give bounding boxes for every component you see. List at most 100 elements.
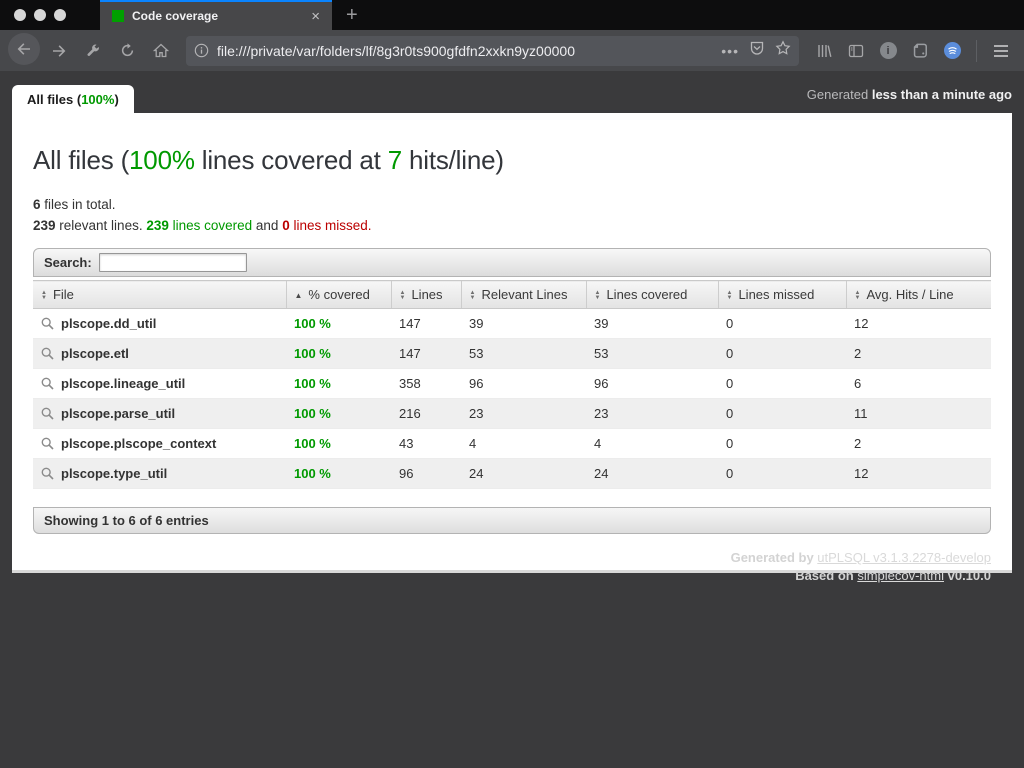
lines-covered-cell: 23 <box>586 399 718 429</box>
page-actions-ellipsis-icon[interactable]: ••• <box>721 43 739 59</box>
page-header: All files (100%) Generated less than a m… <box>0 71 1024 113</box>
avg-hits-cell: 2 <box>846 429 991 459</box>
browser-tab-code-coverage[interactable]: Code coverage × <box>100 0 332 30</box>
browser-navbar: file:///private/var/folders/lf/8g3r0ts90… <box>0 30 1024 71</box>
url-text[interactable]: file:///private/var/folders/lf/8g3r0ts90… <box>217 43 715 59</box>
lines-missed-cell: 0 <box>718 339 846 369</box>
file-cell[interactable]: plscope.etl <box>33 339 286 369</box>
title-percent: 100% <box>129 145 195 175</box>
relevant-lines-cell: 39 <box>461 309 586 339</box>
wrench-button[interactable] <box>78 36 108 66</box>
coverage-panel: All files (100% lines covered at 7 hits/… <box>12 113 1012 573</box>
column-header-lines[interactable]: ▲▼Lines <box>391 281 461 309</box>
library-button[interactable] <box>809 36 839 66</box>
all-files-tab-suffix: ) <box>114 92 118 107</box>
url-fade <box>669 43 715 59</box>
avg-hits-cell: 2 <box>846 339 991 369</box>
column-header-relevant-lines[interactable]: ▲▼Relevant Lines <box>461 281 586 309</box>
file-cell[interactable]: plscope.parse_util <box>33 399 286 429</box>
table-row: plscope.parse_util 100 % 216 23 23 0 11 <box>33 399 991 429</box>
reload-button[interactable] <box>112 36 142 66</box>
column-header-file[interactable]: ▲▼File <box>33 281 286 309</box>
pocket-save-icon[interactable] <box>749 40 765 61</box>
avg-hits-cell: 12 <box>846 459 991 489</box>
extension-evernote-icon <box>912 42 929 59</box>
search-label: Search: <box>44 255 92 270</box>
menu-button[interactable] <box>986 36 1016 66</box>
new-tab-button[interactable]: + <box>332 0 372 30</box>
utplsql-link[interactable]: utPLSQL v3.1.3.2278-develop <box>817 550 991 565</box>
site-info-icon[interactable] <box>194 43 209 58</box>
lines-covered-cell: 24 <box>586 459 718 489</box>
covered-cell: 100 % <box>286 459 391 489</box>
column-header--covered[interactable]: ▲% covered <box>286 281 391 309</box>
bookmark-star-icon[interactable] <box>775 40 791 61</box>
lines-cell: 96 <box>391 459 461 489</box>
sidebar-icon <box>848 43 864 59</box>
lines-cell: 147 <box>391 339 461 369</box>
window-controls[interactable] <box>0 0 100 30</box>
covered-cell: 100 % <box>286 309 391 339</box>
sidebar-toggle-button[interactable] <box>841 36 871 66</box>
lines-missed-cell: 0 <box>718 309 846 339</box>
search-input[interactable] <box>99 253 247 272</box>
stats-covered: 239 lines covered <box>146 218 252 233</box>
forward-button[interactable] <box>44 36 74 66</box>
tab-close-icon[interactable]: × <box>307 7 324 26</box>
column-header-lines-covered[interactable]: ▲▼Lines covered <box>586 281 718 309</box>
table-row: plscope.lineage_util 100 % 358 96 96 0 6 <box>33 369 991 399</box>
sort-both-icon: ▲▼ <box>470 291 476 301</box>
file-cell[interactable]: plscope.type_util <box>33 459 286 489</box>
back-icon <box>16 41 32 57</box>
file-cell[interactable]: plscope.lineage_util <box>33 369 286 399</box>
sort-both-icon: ▲▼ <box>727 291 733 301</box>
all-files-tab[interactable]: All files (100%) <box>12 85 134 113</box>
covered-cell: 100 % <box>286 429 391 459</box>
library-icon <box>816 43 832 59</box>
covered-cell: 100 % <box>286 399 391 429</box>
lines-covered-cell: 96 <box>586 369 718 399</box>
sort-both-icon: ▲▼ <box>595 291 601 301</box>
magnifier-icon <box>41 317 54 330</box>
relevant-lines-cell: 23 <box>461 399 586 429</box>
extension-1password-button[interactable]: i <box>873 36 903 66</box>
tab-favicon-icon <box>112 10 124 22</box>
stats-files-line: 6 files in total. <box>33 194 991 215</box>
extension-evernote-button[interactable] <box>905 36 935 66</box>
lines-missed-cell: 0 <box>718 369 846 399</box>
avg-hits-cell: 6 <box>846 369 991 399</box>
magnifier-icon <box>41 407 54 420</box>
lines-missed-cell: 0 <box>718 399 846 429</box>
stats-summary: 6 files in total. 239 relevant lines. 23… <box>33 194 991 236</box>
page-content: All files (100%) Generated less than a m… <box>0 71 1024 768</box>
column-header-lines-missed[interactable]: ▲▼Lines missed <box>718 281 846 309</box>
column-header-avg-hits-line[interactable]: ▲▼Avg. Hits / Line <box>846 281 991 309</box>
forward-icon <box>51 43 67 59</box>
reload-icon <box>120 43 135 58</box>
window-minimize-button[interactable] <box>34 9 46 21</box>
lines-missed-cell: 0 <box>718 429 846 459</box>
file-cell[interactable]: plscope.plscope_context <box>33 429 286 459</box>
lines-covered-cell: 53 <box>586 339 718 369</box>
window-maximize-button[interactable] <box>54 9 66 21</box>
lines-cell: 216 <box>391 399 461 429</box>
menu-icon <box>994 45 1008 57</box>
coverage-table: ▲▼File▲% covered▲▼Lines▲▼Relevant Lines▲… <box>33 280 991 489</box>
table-info-bar: Showing 1 to 6 of 6 entries <box>33 507 991 534</box>
title-hits: 7 <box>388 145 402 175</box>
back-button[interactable] <box>8 33 40 65</box>
covered-cell: 100 % <box>286 339 391 369</box>
lines-covered-cell: 39 <box>586 309 718 339</box>
window-close-button[interactable] <box>14 9 26 21</box>
file-cell[interactable]: plscope.dd_util <box>33 309 286 339</box>
avg-hits-cell: 11 <box>846 399 991 429</box>
avg-hits-cell: 12 <box>846 309 991 339</box>
extension-blue-button[interactable] <box>937 36 967 66</box>
home-button[interactable] <box>146 36 176 66</box>
relevant-lines-cell: 96 <box>461 369 586 399</box>
generated-time: less than a minute ago <box>872 87 1012 102</box>
simplecov-html-link[interactable]: simplecov-html <box>857 568 944 583</box>
relevant-lines-cell: 4 <box>461 429 586 459</box>
url-bar[interactable]: file:///private/var/folders/lf/8g3r0ts90… <box>186 36 799 66</box>
credits-generated-line: Generated by utPLSQL v3.1.3.2278-develop <box>33 549 991 567</box>
